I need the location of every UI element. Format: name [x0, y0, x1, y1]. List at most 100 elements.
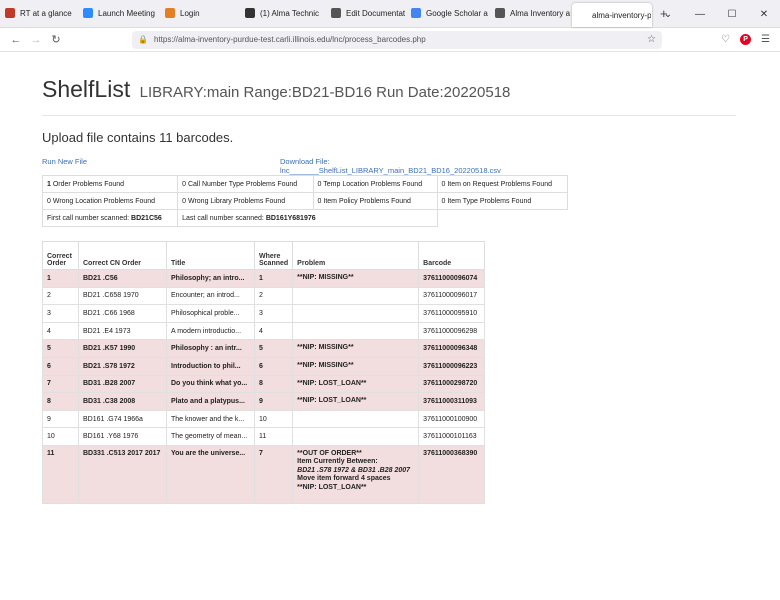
shelflist-table: Correct Order Correct CN Order Title Where … — [42, 241, 486, 504]
last-callnumber-cell: Last call number scanned: BD161Y681976 — [177, 209, 438, 227]
problem-cell: **NIP: MISSING** — [292, 356, 420, 376]
table-row: 3 BD21 .C66 1968 Philosophical proble... 3 3… — [42, 304, 486, 323]
browser-tab[interactable]: RT at a glance — [0, 0, 78, 27]
problem-line: Item Currently Between: — [297, 458, 378, 466]
title-text: ShelfList — [42, 76, 131, 102]
column-header: Barcode — [418, 241, 486, 270]
chevron-down-icon[interactable]: ⌄ — [652, 0, 684, 28]
cn-cell: BD21 .C56 — [78, 269, 167, 288]
browser-tab[interactable]: (1) Alma Technic — [240, 0, 326, 27]
menu-icon[interactable]: ☰ — [761, 34, 770, 45]
table-header-row: Correct Order Correct CN Order Title Where … — [42, 241, 486, 270]
page-content: ShelfList LIBRARY:main Range:BD21-BD16 R… — [0, 76, 780, 504]
bookmark-star-icon[interactable]: ☆ — [647, 34, 656, 45]
order-cell: 7 — [42, 374, 79, 394]
tab-favicon-icon — [577, 10, 587, 20]
last-label: Last call number scanned: — [182, 214, 266, 222]
minimize-icon[interactable]: — — [684, 0, 716, 28]
problem-cell: **NIP: LOST_LOAN** — [292, 392, 420, 411]
close-window-icon[interactable]: ✕ — [748, 0, 780, 28]
tab-label: (1) Alma Technic — [260, 8, 319, 18]
title-cell: Philosophy : an intr... — [166, 339, 255, 358]
browser-tab[interactable]: Alma Inventory a — [490, 0, 572, 27]
tab-favicon-icon — [495, 8, 505, 18]
download-file-link[interactable]: Download File: lnc_______ShelfList_LIBRAR… — [280, 157, 501, 175]
problem-cell: **NIP: LOST_LOAN** — [292, 374, 420, 394]
column-header: Title — [166, 241, 255, 270]
stats-row: 1 Order Problems Found 0 Call Number Type… — [41, 175, 568, 193]
pinterest-icon[interactable]: P — [740, 34, 752, 45]
browser-tab[interactable]: Login — [160, 0, 240, 27]
browser-tab[interactable]: Launch Meeting — [78, 0, 160, 27]
stats-cell: 0 Temp Location Problems Found — [312, 175, 438, 193]
browser-tab[interactable]: alma-inventory-p✕ — [572, 3, 652, 27]
tab-label: Launch Meeting — [98, 8, 155, 18]
problem-summary-table: 1 Order Problems Found 0 Call Number Type… — [41, 175, 568, 227]
tab-favicon-icon — [5, 8, 15, 18]
stats-text: Order Problems Found — [50, 180, 125, 188]
barcode-cell: 37611000096348 — [418, 339, 486, 358]
scanned-cell: 6 — [253, 356, 294, 376]
table-row: 10 BD161 .Y68 1976 The geometry of mean...… — [42, 427, 486, 446]
download-label: Download File: — [280, 157, 330, 166]
reload-icon[interactable]: ↻ — [46, 33, 66, 46]
forward-icon[interactable]: → — [26, 34, 46, 46]
tab-label: Google Scholar a — [426, 8, 488, 18]
table-row: 9 BD161 .G74 1966a The knower and the k...… — [42, 409, 486, 429]
problem-line: **NIP: LOST_LOAN** — [297, 397, 367, 405]
cn-cell: BD21 .C658 1970 — [78, 286, 167, 306]
scanned-cell: 2 — [253, 286, 294, 306]
back-icon[interactable]: ← — [6, 34, 26, 46]
column-header: Correct Order — [42, 241, 79, 270]
cn-cell: BD31 .B28 2007 — [78, 374, 167, 394]
stats-cell: 1 Order Problems Found — [41, 175, 179, 193]
order-cell: 11 — [42, 444, 79, 504]
title-cell: Encounter; an introd... — [166, 286, 255, 306]
table-row: 7 BD31 .B28 2007 Do you think what yo... 8 *… — [42, 374, 486, 394]
maximize-icon[interactable]: ☐ — [716, 0, 748, 28]
problem-cell: **NIP: MISSING** — [292, 269, 420, 288]
scanned-cell: 8 — [253, 374, 294, 394]
stats-cell: 0 Item on Request Problems Found — [436, 175, 568, 193]
nav-bar: ← → ↻ 🔒 https://alma-inventory-purdue-te… — [0, 28, 780, 52]
scanned-cell: 5 — [253, 339, 294, 358]
table-row: 2 BD21 .C658 1970 Encounter; an introd... 2… — [42, 286, 486, 306]
tab-favicon-icon — [83, 8, 93, 18]
tab-label: alma-inventory-p — [592, 10, 652, 20]
tab-favicon-icon — [245, 8, 255, 18]
problem-cell — [292, 321, 420, 341]
stats-text: 0 Item on Request Problems Found — [441, 180, 553, 188]
barcode-cell: 37611000096223 — [418, 356, 486, 376]
stats-cell: 0 Wrong Library Problems Found — [177, 192, 314, 210]
url-text[interactable]: https://alma-inventory-purdue-test.carli… — [154, 35, 647, 44]
column-header: Problem — [292, 241, 420, 270]
table-row: 1 BD21 .C56 Philosophy; an intro... 1 **NIP:… — [42, 269, 486, 288]
problem-cell — [292, 409, 420, 429]
address-bar[interactable]: 🔒 https://alma-inventory-purdue-test.car… — [132, 30, 662, 49]
pocket-icon[interactable]: ♡ — [721, 34, 730, 45]
stats-row: First call number scanned: BD21C56 Last … — [41, 209, 568, 227]
empty-cell — [437, 210, 568, 227]
table-row: 4 BD21 .E4 1973 A modern introductio... 4 37… — [42, 321, 486, 341]
cn-cell: BD21 .K57 1990 — [78, 339, 167, 358]
title-cell: Philosophical proble... — [166, 304, 255, 323]
browser-tab[interactable]: Edit Documentati — [326, 0, 406, 27]
tab-label: Alma Inventory a — [510, 8, 571, 18]
cn-cell: BD161 .G74 1966a — [78, 409, 167, 429]
problem-line: Move item forward 4 spaces — [297, 475, 391, 483]
problem-line: BD21 .S78 1972 & BD31 .B28 2007 — [297, 466, 411, 474]
problem-line: **OUT OF ORDER** — [297, 449, 362, 457]
lock-icon: 🔒 — [138, 35, 148, 44]
order-cell: 2 — [42, 286, 79, 306]
title-cell: Plato and a platypus... — [166, 392, 255, 411]
problem-cell: **OUT OF ORDER** Item Currently Between: B… — [292, 444, 420, 504]
run-new-file-link[interactable]: Run New File — [42, 157, 87, 166]
barcode-cell: 37611000096017 — [418, 286, 486, 306]
cn-cell: BD161 .Y68 1976 — [78, 427, 167, 446]
title-cell: The geometry of mean... — [166, 427, 255, 446]
tab-favicon-icon — [165, 8, 175, 18]
column-header: Where Scanned — [253, 241, 294, 270]
title-cell: Introduction to phil... — [166, 356, 255, 376]
browser-tab[interactable]: Google Scholar a — [406, 0, 490, 27]
problem-cell — [292, 286, 420, 306]
